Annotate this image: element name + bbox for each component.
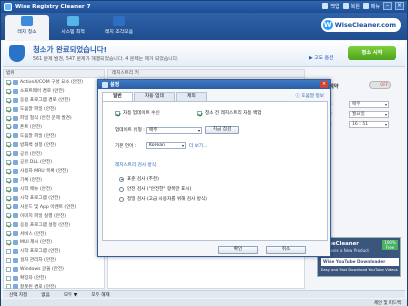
- tab-exclusions[interactable]: 제외: [176, 92, 207, 101]
- registry-clean-icon: [21, 16, 33, 26]
- tab-general[interactable]: 일반: [102, 92, 133, 101]
- status-bar: 제안 및 피드백: [1, 299, 407, 306]
- auto-update-option: 자동 업데이트 수신: [115, 110, 160, 116]
- banner-subtitle: 561 문제 발견, 547 문제가 해결되었습니다. 4 문제는 제거 되었습…: [33, 57, 179, 62]
- wisecleaner-logo[interactable]: W WiseCleaner.com: [320, 18, 401, 32]
- registry-defrag-icon: [113, 16, 125, 26]
- app-logo-icon: [4, 3, 12, 11]
- restore-icon: [342, 3, 349, 9]
- auto-backup-option: 청소 전 레지스트리 자동 백업: [197, 110, 262, 116]
- auto-backup-checkbox[interactable]: [197, 110, 202, 116]
- language-row: 기본 언어 : Korean 더 보기...: [115, 142, 208, 149]
- main-menu[interactable]: 메뉴: [362, 3, 380, 10]
- update-type-select[interactable]: 매주: [146, 126, 202, 134]
- tab-auto-update[interactable]: 자동 업데: [133, 92, 176, 101]
- shield-icon: [9, 45, 25, 62]
- restore-menu[interactable]: 복원: [342, 3, 360, 10]
- scan-mode-title: 레지스트리 검사 방식: [115, 163, 156, 168]
- general-settings-panel: 자동 업데이트 수신 청소 전 레지스트리 자동 백업 업데이트 유형 : 매주…: [102, 101, 328, 241]
- dialog-titlebar: 설정: [98, 80, 330, 89]
- backup-menu[interactable]: 백업: [322, 3, 340, 10]
- minimize-button[interactable]: –: [383, 2, 392, 10]
- help-link[interactable]: ⓘ 도움말 정보: [295, 93, 324, 99]
- dialog-title: 설정: [110, 82, 120, 88]
- check-now-button[interactable]: 지금 점검: [205, 126, 239, 134]
- backup-icon: [322, 3, 329, 9]
- tab-system-optimize[interactable]: 시스템 최적: [51, 15, 95, 40]
- deep-scan-radio[interactable]: [119, 196, 124, 202]
- result-banner: 청소가 완료되었습니다! 561 문제 발견, 547 문제가 해결되었습니다.…: [3, 41, 405, 67]
- main-toolbar: 레지 청소 시스템 최적 레지 조각모음 W WiseCleaner.com: [1, 13, 407, 40]
- title-bar: Wise Registry Cleaner 7 백업 복원 메뉴 – ×: [1, 1, 407, 13]
- deselect-all-link[interactable]: 모두 해제: [91, 292, 109, 298]
- scan-mode-deep: 정밀 검사 (고급 사용자를 위해 검사 방식): [119, 196, 207, 202]
- dialog-buttons: 확인 취소: [218, 246, 306, 254]
- select-all-link[interactable]: 선택 지정: [9, 292, 27, 298]
- update-type-row: 업데이트 유형 : 매주 지금 점검: [115, 126, 239, 134]
- ok-button[interactable]: 확인: [218, 246, 258, 254]
- wisecleaner-logo-icon: W: [322, 20, 333, 30]
- settings-icon: [102, 81, 108, 88]
- auto-update-checkbox[interactable]: [115, 110, 120, 116]
- clean-start-button[interactable]: 청소 시작: [348, 46, 396, 60]
- advanced-options-link[interactable]: ▶ 고도 옵션: [309, 54, 333, 61]
- app-window: Wise Registry Cleaner 7 백업 복원 메뉴 – × 레지 …: [0, 0, 408, 306]
- standard-scan-radio[interactable]: [119, 176, 124, 182]
- select-none-link[interactable]: 없음: [41, 292, 49, 298]
- scan-mode-safe: 안전 검사 ("안전한" 항목만 표시): [119, 186, 191, 192]
- close-button[interactable]: ×: [395, 2, 404, 10]
- window-title: Wise Registry Cleaner 7: [15, 4, 91, 10]
- tab-registry-clean[interactable]: 레지 청소: [5, 15, 49, 40]
- menu-icon: [362, 3, 369, 9]
- dialog-close-button[interactable]: ×: [320, 81, 328, 88]
- settings-dialog: 설정 × 일반 자동 업데 제외 ⓘ 도움말 정보 자동 업데이트 수신 청소 …: [97, 79, 331, 257]
- scan-mode-standard: 표준 검사 (추천): [119, 176, 159, 182]
- safe-scan-radio[interactable]: [119, 186, 124, 192]
- tab-registry-defrag[interactable]: 레지 조각모음: [97, 15, 141, 40]
- system-optimize-icon: [67, 16, 79, 26]
- language-select[interactable]: Korean: [146, 142, 186, 149]
- dialog-tabs: 일반 자동 업데 제외: [102, 92, 208, 101]
- feedback-link[interactable]: 제안 및 피드백: [374, 300, 401, 306]
- more-languages-link[interactable]: 더 보기...: [189, 143, 208, 149]
- select-all-dropdown[interactable]: 모두 ▼: [64, 292, 77, 298]
- banner-title: 청소가 완료되었습니다!: [33, 45, 107, 54]
- selection-bar: 선택 지정 없음 모두 ▼ 모두 해제: [3, 290, 405, 298]
- cancel-button[interactable]: 취소: [266, 246, 306, 254]
